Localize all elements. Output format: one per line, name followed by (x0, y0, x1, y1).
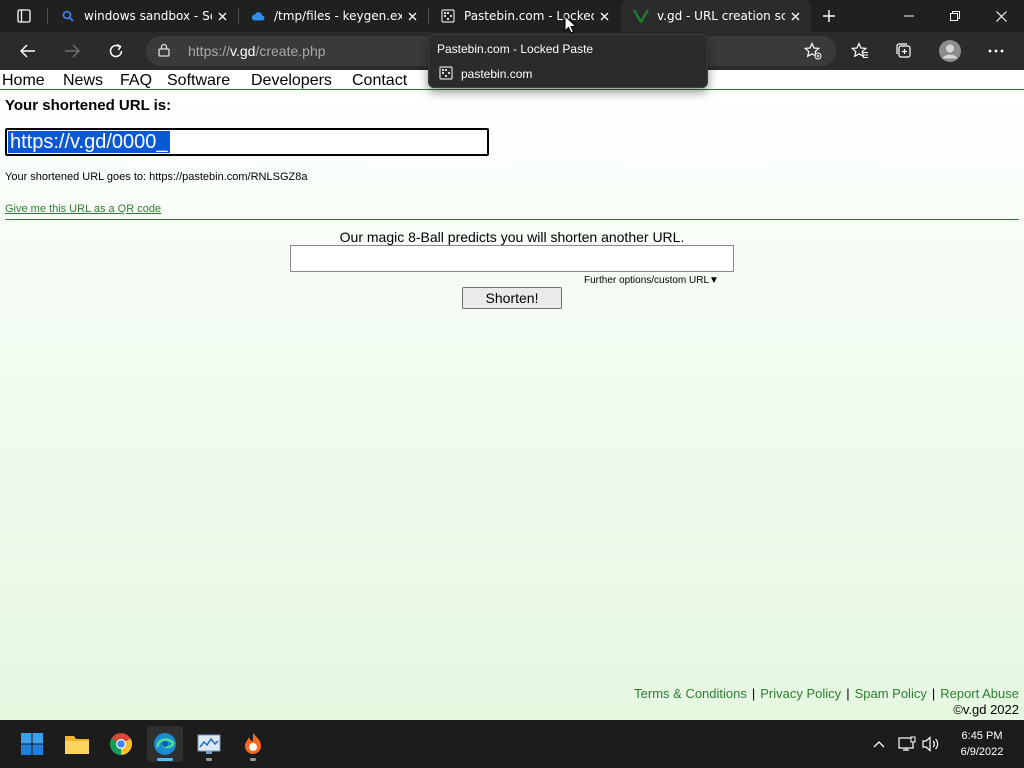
back-button[interactable] (13, 36, 43, 66)
privacy-link[interactable]: Privacy Policy (760, 686, 841, 701)
plus-icon (823, 10, 835, 22)
web-page: Home News FAQ Software Developers Contac… (0, 70, 1024, 720)
active-app-indicator (157, 758, 173, 761)
vgd-icon (633, 8, 649, 24)
resource-monitor-icon (197, 734, 221, 754)
tab-title: /tmp/files - keygen.exe (274, 9, 402, 23)
divider (5, 219, 1019, 220)
volume-button[interactable] (921, 734, 941, 754)
running-app-indicator (250, 758, 256, 761)
favorites-icon (851, 42, 868, 59)
search-icon (60, 8, 76, 24)
short-url-text: https://v.gd/0000_ (8, 131, 170, 153)
restore-button[interactable] (932, 0, 978, 32)
settings-menu-button[interactable] (981, 36, 1011, 66)
mouse-cursor-icon (564, 15, 577, 34)
tab-tmp-files[interactable]: /tmp/files - keygen.exe (238, 0, 428, 32)
forward-button[interactable] (57, 36, 87, 66)
profile-button[interactable] (935, 36, 965, 66)
terms-link[interactable]: Terms & Conditions (634, 686, 747, 701)
shortened-url-heading: Your shortened URL is: (5, 97, 172, 114)
chevron-up-icon (873, 741, 885, 748)
nav-contact[interactable]: Contact (352, 72, 407, 90)
collections-button[interactable] (889, 36, 919, 66)
short-url-field[interactable]: https://v.gd/0000_ (5, 128, 489, 156)
back-arrow-icon (20, 44, 35, 58)
close-icon[interactable] (785, 6, 805, 26)
hover-card-title: Pastebin.com - Locked Paste (437, 42, 594, 56)
minimize-icon (904, 15, 914, 17)
refresh-button[interactable] (101, 36, 131, 66)
new-tab-button[interactable] (818, 6, 840, 26)
forward-arrow-icon (65, 44, 80, 58)
close-icon[interactable] (402, 6, 422, 26)
lock-icon (158, 43, 170, 57)
start-button[interactable] (14, 726, 50, 762)
minimize-button[interactable] (886, 0, 932, 32)
copyright: ©v.gd 2022 (953, 702, 1019, 717)
tab-title: v.gd - URL creation scri (657, 9, 785, 23)
chrome-icon (110, 733, 132, 755)
close-icon (995, 10, 1007, 22)
pastebin-icon (439, 66, 453, 80)
clock-time: 6:45 PM (961, 730, 1003, 742)
tab-vgd[interactable]: v.gd - URL creation scri (621, 0, 811, 32)
hover-card-domain: pastebin.com (461, 67, 533, 81)
pastebin-icon (440, 8, 456, 24)
shorten-button[interactable]: Shorten! (462, 287, 562, 309)
show-hidden-icons-button[interactable] (869, 734, 889, 754)
close-icon[interactable] (212, 6, 232, 26)
nav-news[interactable]: News (63, 72, 103, 90)
system-clock[interactable]: 6:45 PM 6/9/2022 (950, 728, 1014, 760)
avatar-icon (939, 40, 961, 62)
address-url: https://v.gd/create.php (188, 43, 326, 59)
burp-icon (245, 733, 261, 754)
close-icon[interactable] (594, 6, 614, 26)
footer-separator: | (846, 686, 850, 701)
favorites-button[interactable] (845, 36, 875, 66)
taskbar-chrome[interactable] (103, 726, 139, 762)
report-abuse-link[interactable]: Report Abuse (940, 686, 1019, 701)
network-button[interactable] (897, 734, 917, 754)
tab-windows-sandbox[interactable]: windows sandbox - Sea (48, 0, 238, 32)
nav-faq[interactable]: FAQ (120, 72, 152, 90)
tab-strip: windows sandbox - Sea /tmp/files - keyge… (0, 0, 1024, 32)
network-icon (898, 736, 916, 751)
tab-actions-button[interactable] (10, 6, 38, 26)
qr-code-link[interactable]: Give me this URL as a QR code (5, 203, 161, 215)
taskbar-file-explorer[interactable] (59, 726, 95, 762)
running-app-indicator (206, 758, 212, 761)
footer-separator: | (751, 686, 756, 701)
add-favorite-icon[interactable] (804, 42, 822, 60)
edge-icon (154, 733, 176, 755)
refresh-icon (109, 43, 123, 58)
clock-date: 6/9/2022 (960, 746, 1004, 758)
long-url-input[interactable] (290, 245, 734, 272)
tab-pastebin[interactable]: Pastebin.com - Locked (428, 0, 620, 32)
nav-developers[interactable]: Developers (251, 72, 332, 90)
nav-home[interactable]: Home (2, 72, 45, 90)
magic-8-ball-text: Our magic 8-Ball predicts you will short… (339, 229, 685, 245)
taskbar: 6:45 PM 6/9/2022 (0, 720, 1024, 768)
further-options-toggle[interactable]: Further options/custom URL▼ (584, 275, 719, 286)
file-explorer-icon (65, 736, 89, 754)
start-icon (21, 733, 43, 755)
speaker-icon (922, 736, 939, 752)
destination-text: Your shortened URL goes to: https://past… (5, 171, 308, 183)
close-window-button[interactable] (978, 0, 1024, 32)
tab-hover-card: Pastebin.com - Locked Paste pastebin.com (428, 34, 708, 88)
tab-title: windows sandbox - Sea (84, 9, 212, 23)
spam-policy-link[interactable]: Spam Policy (855, 686, 927, 701)
tab-actions-icon (17, 9, 31, 23)
nav-software[interactable]: Software (167, 72, 230, 90)
footer-separator: | (931, 686, 936, 701)
cloud-icon (250, 8, 266, 24)
collections-icon (896, 43, 911, 58)
more-icon (988, 49, 1004, 53)
taskbar-burp[interactable] (235, 726, 271, 762)
footer-links: Terms & Conditions | Privacy Policy | Spam P… (634, 686, 1019, 701)
restore-icon (950, 11, 960, 21)
taskbar-resource-monitor[interactable] (191, 726, 227, 762)
taskbar-edge[interactable] (147, 726, 183, 762)
